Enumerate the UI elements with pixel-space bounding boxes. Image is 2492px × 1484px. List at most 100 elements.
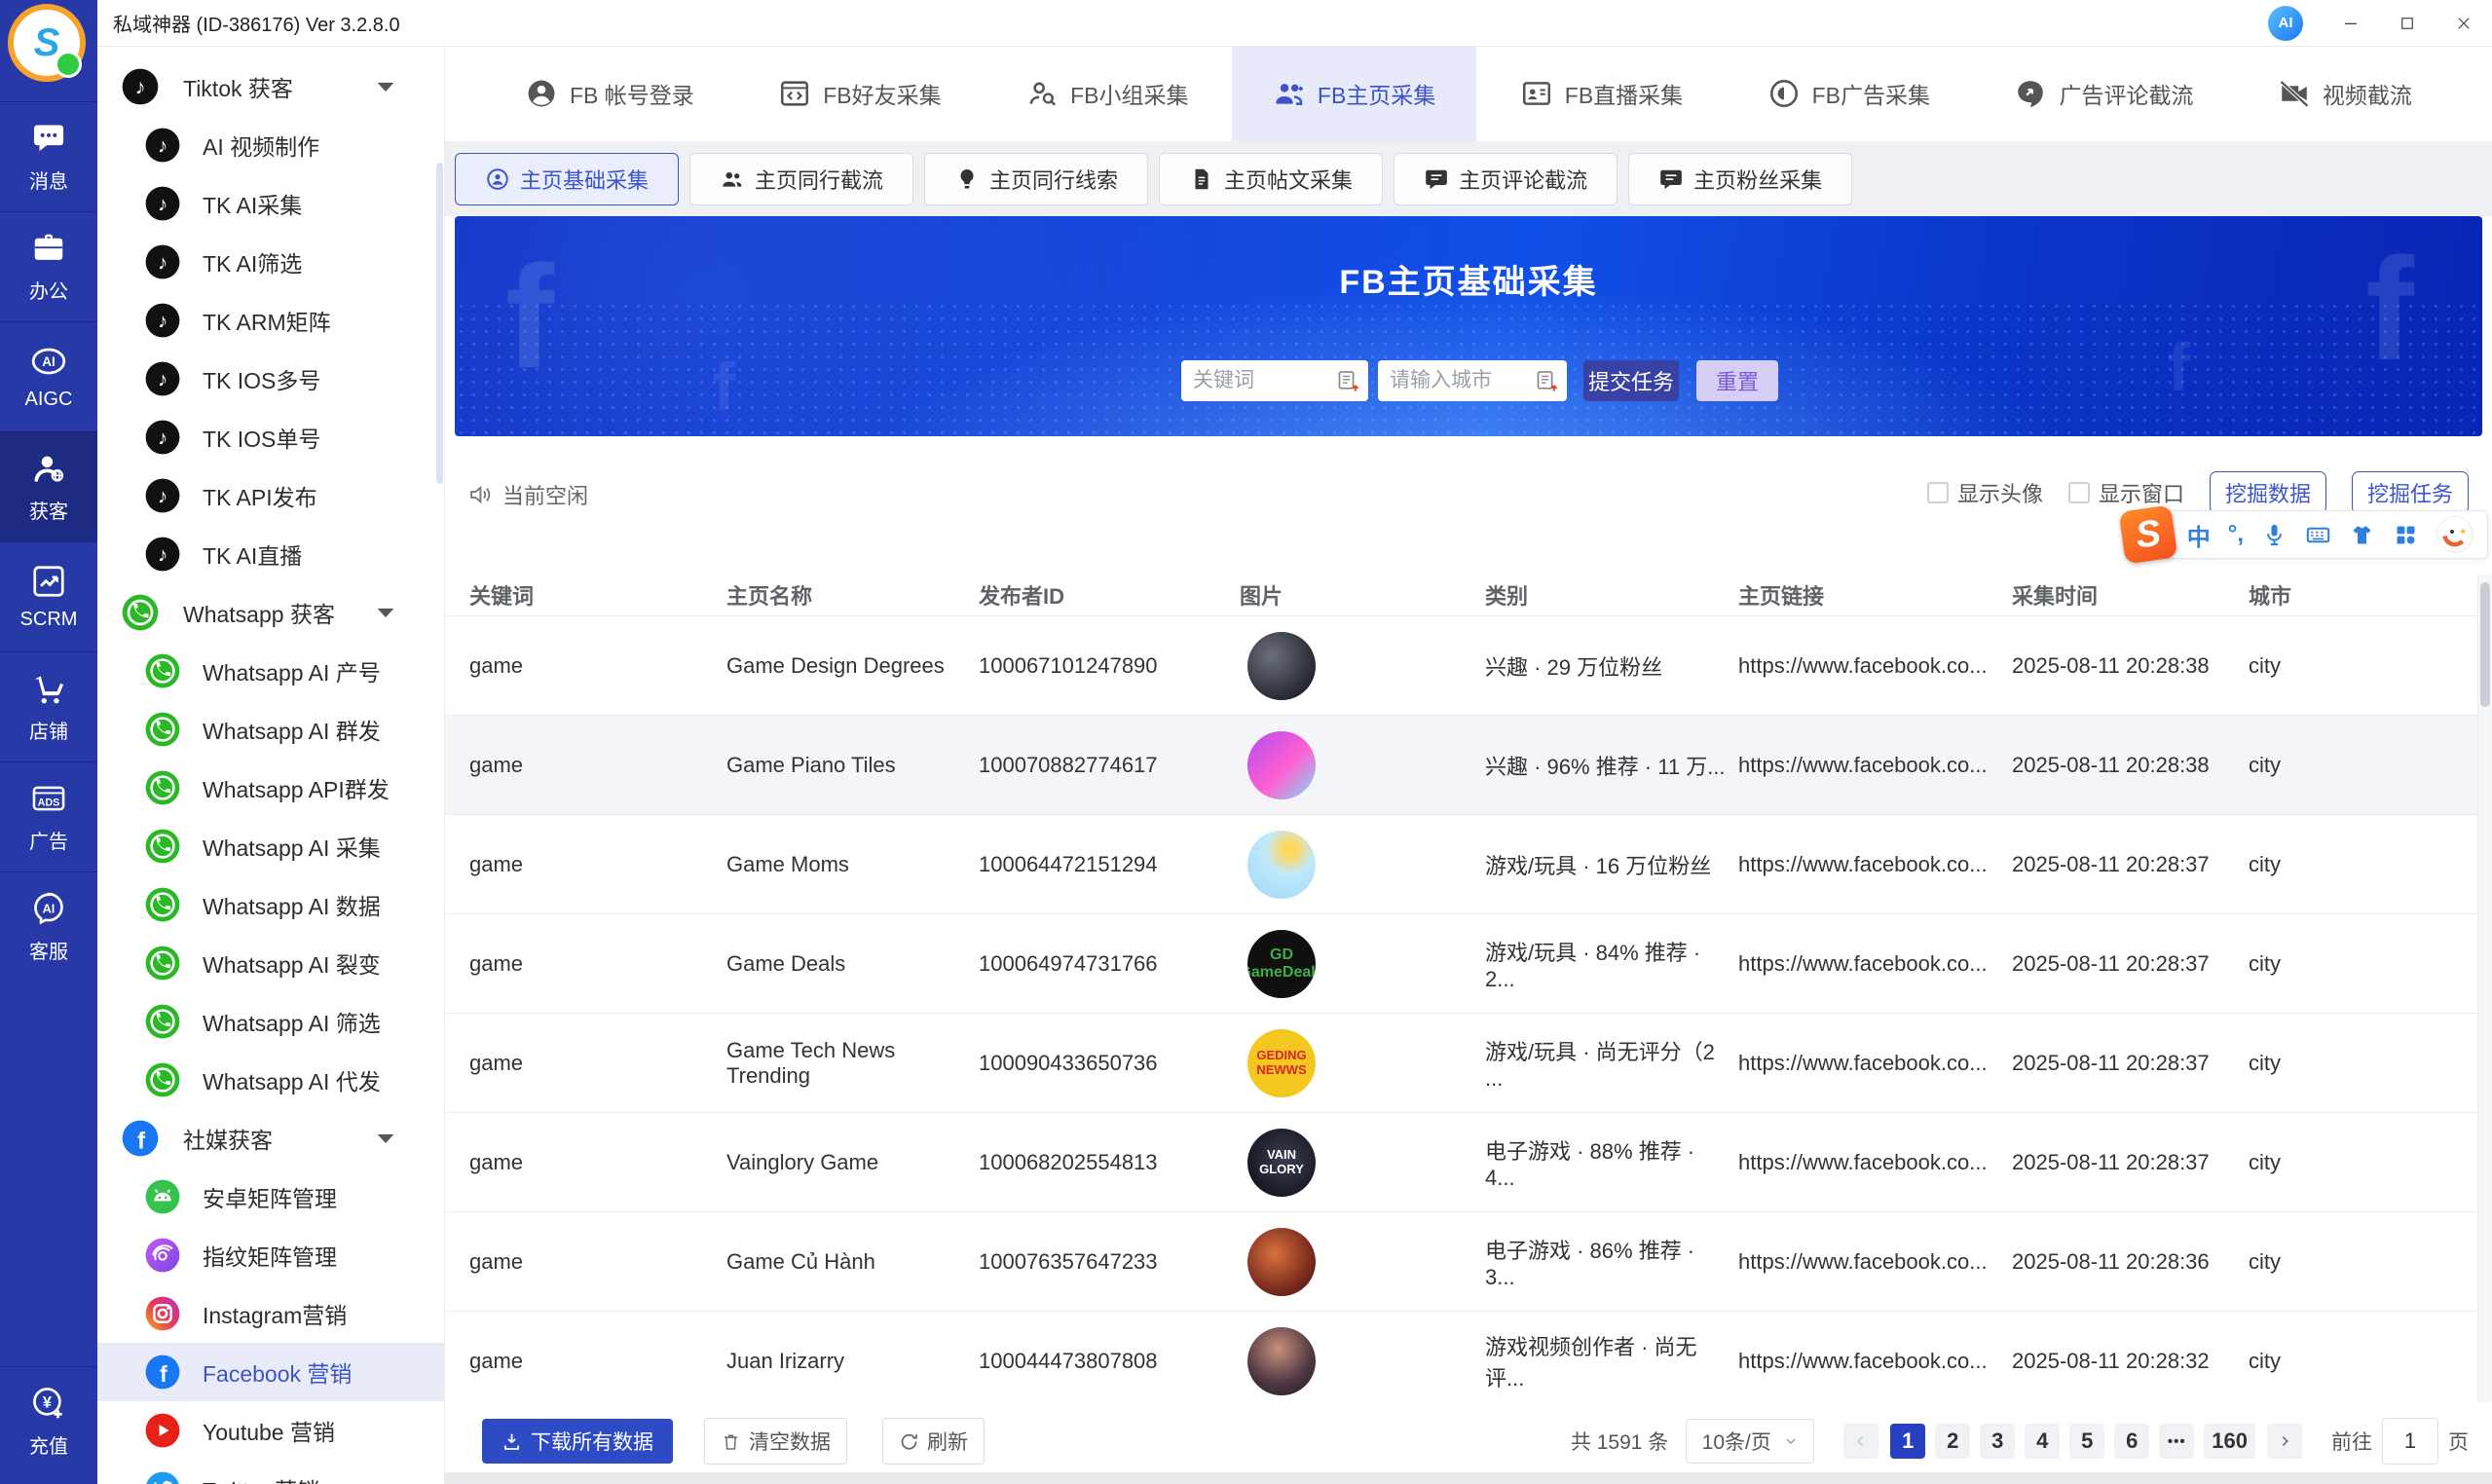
subtab-主页基础采集[interactable]: 主页基础采集	[455, 152, 680, 205]
rail-item-customer[interactable]: 获客	[0, 431, 97, 541]
sidebar-item-wa-ai-account[interactable]: Whatsapp AI 产号	[97, 642, 444, 700]
cell-link[interactable]: https://www.facebook.co...	[1730, 1051, 2003, 1076]
table-row[interactable]: game Game Tech News Trending 1000904336507…	[445, 1013, 2492, 1112]
table-row[interactable]: game Game Củ Hành 100076357647233 电子游戏 · 86…	[445, 1211, 2492, 1311]
refresh-button[interactable]: 刷新	[882, 1418, 985, 1465]
ime-punctuation-toggle[interactable]: °,	[2228, 521, 2244, 548]
download-all-button[interactable]: 下载所有数据	[482, 1419, 673, 1464]
sidebar-item-ai-video[interactable]: ♪ AI 视频制作	[97, 116, 444, 174]
cell-link[interactable]: https://www.facebook.co...	[1730, 1249, 2003, 1275]
user-avatar[interactable]: AI	[2268, 5, 2303, 41]
sidebar-scrollbar[interactable]	[436, 163, 443, 484]
reset-button[interactable]: 重置	[1696, 360, 1778, 401]
tab-FB主页采集[interactable]: FB主页采集	[1231, 46, 1477, 141]
sidebar-item-android-matrix[interactable]: 安卓矩阵管理	[97, 1168, 444, 1226]
subtab-主页粉丝采集[interactable]: 主页粉丝采集	[1628, 152, 1853, 205]
ime-lang-toggle[interactable]: 中	[2187, 518, 2211, 552]
subtab-主页同行线索[interactable]: 主页同行线索	[924, 152, 1149, 205]
subtab-主页同行截流[interactable]: 主页同行截流	[689, 152, 914, 205]
show-avatar-checkbox[interactable]: 显示头像	[1926, 477, 2043, 508]
page-ellipsis[interactable]: •••	[2159, 1424, 2195, 1459]
sidebar-item-tk-arm-matrix[interactable]: ♪ TK ARM矩阵	[97, 291, 444, 350]
goto-page-input[interactable]	[2382, 1418, 2438, 1465]
page-button-1[interactable]: 1	[1890, 1424, 1926, 1459]
sidebar-item-wa-ai-fission[interactable]: Whatsapp AI 裂变	[97, 934, 444, 992]
toolbox-grid-icon[interactable]	[2393, 522, 2419, 548]
sidebar-item-youtube[interactable]: Youtube 营销	[97, 1401, 444, 1460]
tab-FB 帐号登录[interactable]: FB 帐号登录	[484, 46, 735, 141]
caret-down-icon[interactable]	[366, 67, 405, 106]
next-page-button[interactable]	[2267, 1424, 2302, 1459]
page-button-2[interactable]: 2	[1935, 1424, 1971, 1459]
cell-link[interactable]: https://www.facebook.co...	[1730, 653, 2003, 679]
show-window-checkbox[interactable]: 显示窗口	[2067, 477, 2184, 508]
scrollbar-thumb[interactable]	[2480, 582, 2490, 707]
tab-广告评论截流[interactable]: 广告评论截流	[1973, 46, 2234, 141]
sidebar-item-wa-ai-data[interactable]: Whatsapp AI 数据	[97, 875, 444, 934]
rail-item-recharge[interactable]: ¥ 充值	[0, 1366, 97, 1476]
maximize-button[interactable]	[2379, 0, 2436, 46]
tab-视频截流[interactable]: 视频截流	[2237, 46, 2453, 141]
sidebar-item-twitter[interactable]: Twitter 营销	[97, 1460, 444, 1484]
rail-item-shop[interactable]: 店铺	[0, 651, 97, 761]
sidebar-item-wa-ai-collect[interactable]: Whatsapp AI 采集	[97, 817, 444, 875]
prev-page-button[interactable]	[1843, 1424, 1879, 1459]
keyboard-icon[interactable]	[2305, 522, 2331, 548]
sidebar-item-wa-ai-mass[interactable]: Whatsapp AI 群发	[97, 700, 444, 759]
clear-data-button[interactable]: 清空数据	[704, 1418, 847, 1465]
sidebar-item-instagram[interactable]: Instagram营销	[97, 1284, 444, 1343]
sidebar-item-wa-api-mass[interactable]: Whatsapp API群发	[97, 759, 444, 817]
cell-link[interactable]: https://www.facebook.co...	[1730, 951, 2003, 977]
sidebar-item-tk-ios-multi[interactable]: ♪ TK IOS多号	[97, 350, 444, 408]
skin-shirt-icon[interactable]	[2349, 522, 2375, 548]
sidebar-item-tk-ios-single[interactable]: ♪ TK IOS单号	[97, 408, 444, 466]
submit-task-button[interactable]: 提交任务	[1583, 360, 1679, 401]
minimize-button[interactable]	[2323, 0, 2379, 46]
page-button-4[interactable]: 4	[2025, 1424, 2061, 1459]
tab-FB广告采集[interactable]: FB广告采集	[1727, 46, 1971, 141]
table-scrollbar[interactable]	[2477, 575, 2492, 1402]
page-size-select[interactable]: 10条/页	[1686, 1419, 1815, 1464]
close-button[interactable]	[2436, 0, 2492, 46]
sidebar-item-tk-ai-filter[interactable]: ♪ TK AI筛选	[97, 233, 444, 291]
sidebar-item-tk-api-publish[interactable]: ♪ TK API发布	[97, 466, 444, 525]
rail-item-ads[interactable]: ADS 广告	[0, 761, 97, 872]
table-row[interactable]: game Vainglory Game 100068202554813 VAIN GL…	[445, 1112, 2492, 1211]
table-row[interactable]: game Game Deals 100064974731766 GD GameDeal…	[445, 913, 2492, 1013]
sidebar-item-facebook[interactable]: f Facebook 营销	[97, 1343, 444, 1401]
sidebar-item-tiktok[interactable]: ♪ Tiktok 获客	[97, 57, 444, 116]
microphone-icon[interactable]	[2261, 522, 2287, 548]
caret-down-icon[interactable]	[366, 1119, 405, 1158]
page-button-6[interactable]: 6	[2114, 1424, 2150, 1459]
cell-link[interactable]: https://www.facebook.co...	[1730, 753, 2003, 778]
page-button-5[interactable]: 5	[2069, 1424, 2105, 1459]
sidebar-item-wa-ai-filter[interactable]: Whatsapp AI 筛选	[97, 992, 444, 1051]
rail-item-service[interactable]: AI 客服	[0, 872, 97, 982]
subtab-主页评论截流[interactable]: 主页评论截流	[1394, 152, 1618, 205]
table-row[interactable]: game Game Piano Tiles 100070882774617 兴趣 · …	[445, 715, 2492, 814]
cell-link[interactable]: https://www.facebook.co...	[1730, 1150, 2003, 1175]
sidebar-item-whatsapp[interactable]: Whatsapp 获客	[97, 583, 444, 642]
sidebar-item-tk-ai-collect[interactable]: ♪ TK AI采集	[97, 174, 444, 233]
sogou-mascot-icon[interactable]	[2436, 516, 2473, 553]
page-button-3[interactable]: 3	[1980, 1424, 2016, 1459]
subtab-主页帖文采集[interactable]: 主页帖文采集	[1159, 152, 1384, 205]
rail-item-scrm[interactable]: SCRM	[0, 541, 97, 651]
tab-FB小组采集[interactable]: FB小组采集	[985, 46, 1229, 141]
table-row[interactable]: game Game Moms 100064472151294 游戏/玩具 · 16 万…	[445, 814, 2492, 913]
cell-link[interactable]: https://www.facebook.co...	[1730, 1349, 2003, 1374]
sidebar-item-tk-ai-live[interactable]: ♪ TK AI直播	[97, 525, 444, 583]
sidebar-item-social[interactable]: f 社媒获客	[97, 1109, 444, 1168]
sogou-logo-icon[interactable]: S	[2118, 504, 2178, 565]
table-row[interactable]: game Juan Irizarry 100044473807808 游戏视频创作者 …	[445, 1311, 2492, 1410]
caret-down-icon[interactable]	[366, 593, 405, 632]
tab-FB好友采集[interactable]: FB好友采集	[737, 46, 982, 141]
sidebar-item-wa-ai-send[interactable]: Whatsapp AI 代发	[97, 1051, 444, 1109]
page-button-160[interactable]: 160	[2204, 1424, 2255, 1459]
rail-item-aigc[interactable]: AI AIGC	[0, 321, 97, 431]
import-icon[interactable]	[1335, 368, 1361, 394]
rail-item-message[interactable]: 消息	[0, 101, 97, 211]
sidebar-item-fingerprint-matrix[interactable]: 指纹矩阵管理	[97, 1226, 444, 1284]
rail-item-office[interactable]: 办公	[0, 211, 97, 321]
import-icon[interactable]	[1534, 368, 1560, 394]
